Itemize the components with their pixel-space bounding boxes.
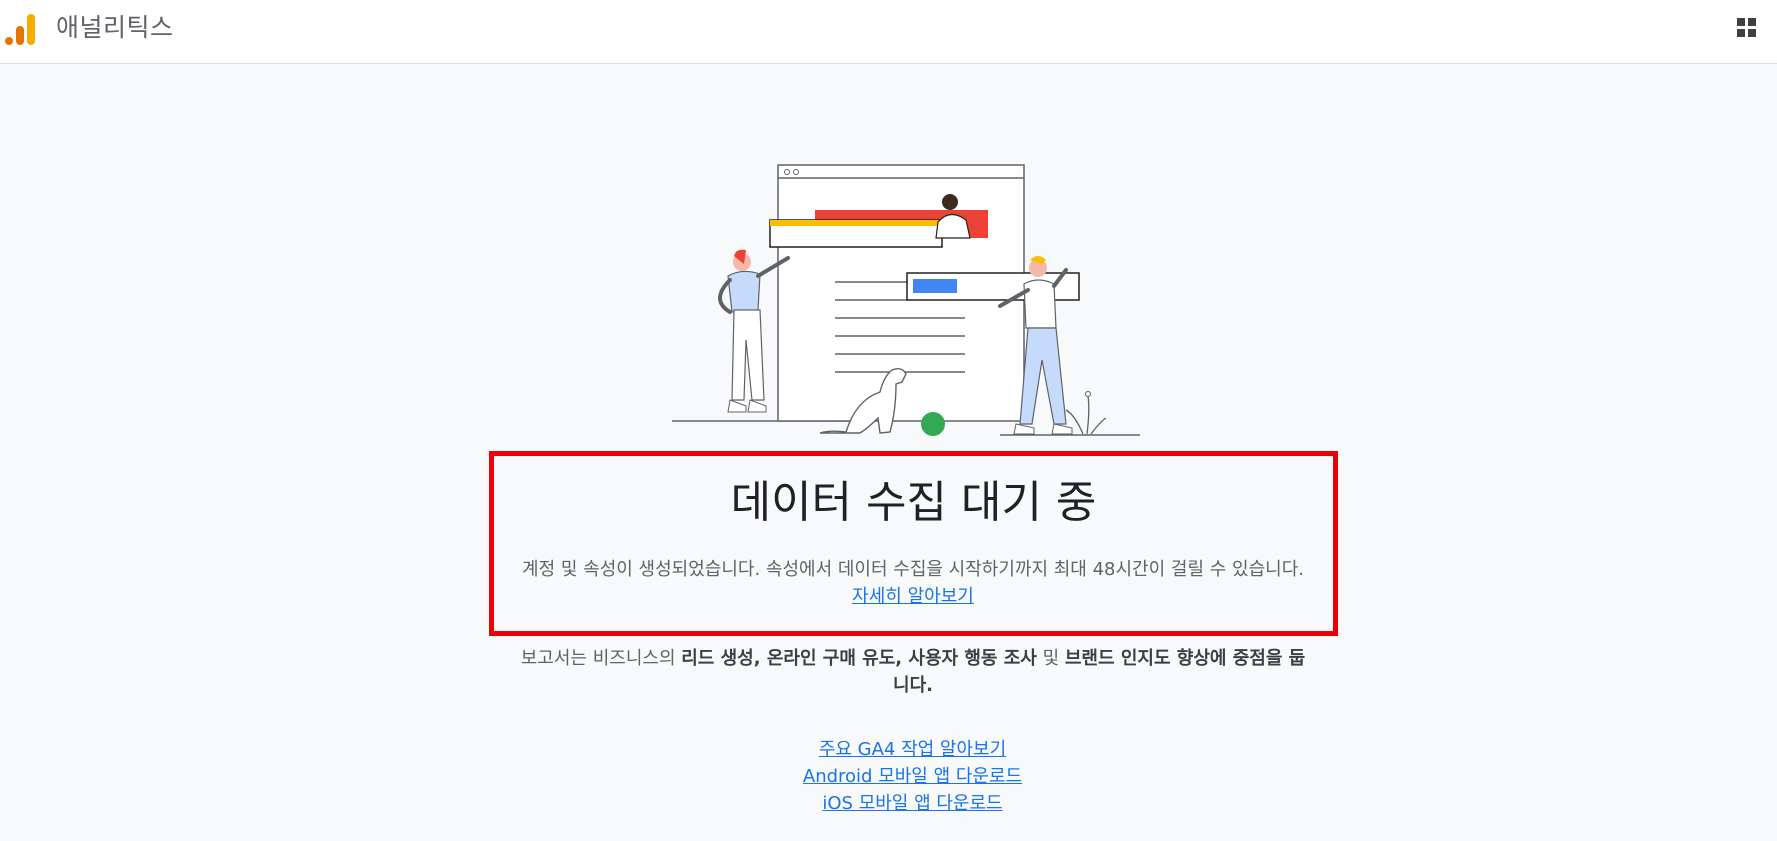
android-app-link[interactable]: Android 모바일 앱 다운로드 xyxy=(620,763,1205,790)
apps-grid-icon[interactable] xyxy=(1736,17,1758,39)
top-app-bar: 애널리틱스 xyxy=(0,0,1777,64)
reports-prefix: 보고서는 비즈니스의 xyxy=(520,648,682,669)
reports-bold-1: 리드 생성, 온라인 구매 유도, 사용자 행동 조사 xyxy=(681,648,1037,669)
learn-more-link[interactable]: 자세히 알아보기 xyxy=(852,586,974,607)
status-description: 계정 및 속성이 생성되었습니다. 속성에서 데이터 수집을 시작하기까지 최대… xyxy=(520,556,1306,610)
analytics-bars-icon[interactable] xyxy=(4,12,36,46)
reports-mid: 및 xyxy=(1036,648,1065,669)
ios-app-link[interactable]: iOS 모바일 앱 다운로드 xyxy=(620,790,1205,817)
ga4-tasks-link[interactable]: 주요 GA4 작업 알아보기 xyxy=(620,736,1205,763)
description-text: 계정 및 속성이 생성되었습니다. 속성에서 데이터 수집을 시작하기까지 최대… xyxy=(522,559,1304,580)
reports-info: 보고서는 비즈니스의 리드 생성, 온라인 구매 유도, 사용자 행동 조사 및… xyxy=(520,645,1306,699)
waiting-for-data-illustration xyxy=(672,164,1140,436)
app-title: 애널리틱스 xyxy=(56,13,174,42)
page-heading: 데이터 수집 대기 중 xyxy=(730,477,1097,528)
resource-links: 주요 GA4 작업 알아보기 Android 모바일 앱 다운로드 iOS 모바… xyxy=(620,736,1205,817)
